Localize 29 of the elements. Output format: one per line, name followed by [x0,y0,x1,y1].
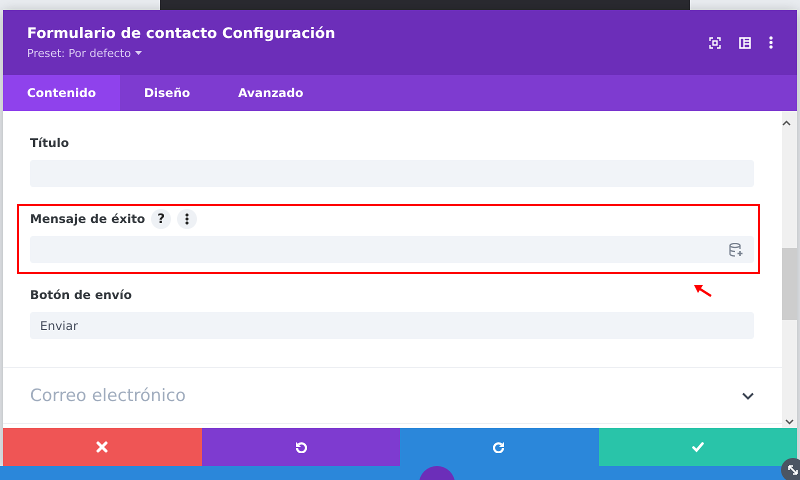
scrollbar[interactable] [782,111,797,428]
field-label: Mensaje de éxito [30,212,146,226]
field-label: Botón de envío [30,288,132,302]
window-title: Formulario de contacto Configuración [27,26,336,42]
expand-icon[interactable] [709,36,721,48]
tab[interactable]: Contenido [3,75,120,111]
help-button[interactable]: ? [151,209,172,229]
database-plus-icon[interactable] [729,242,744,256]
preset-dropdown[interactable]: Preset: Por defecto [27,46,336,60]
more-icon [185,213,190,225]
scrollbar-thumb[interactable] [782,248,797,320]
more-icon[interactable] [769,36,773,49]
input-field[interactable] [30,236,754,263]
input-field[interactable]: Enviar [30,312,754,339]
annotation-arrow [694,284,712,297]
redo-icon [493,441,506,453]
checkmark-icon [692,441,704,453]
undo-icon [294,441,307,453]
tab[interactable]: Avanzado [214,75,328,111]
close-icon [96,441,108,453]
section-title: Correo electrónico [30,386,186,406]
field-label: Título [30,136,69,150]
sidebar-layout-icon[interactable] [739,36,751,48]
caret-down-icon [134,51,142,55]
chevron-icon[interactable] [742,392,754,400]
scroll-up-icon[interactable] [782,120,791,126]
tab[interactable]: Diseño [120,75,214,111]
scroll-down-icon[interactable] [785,419,794,425]
options-button[interactable] [177,209,198,229]
